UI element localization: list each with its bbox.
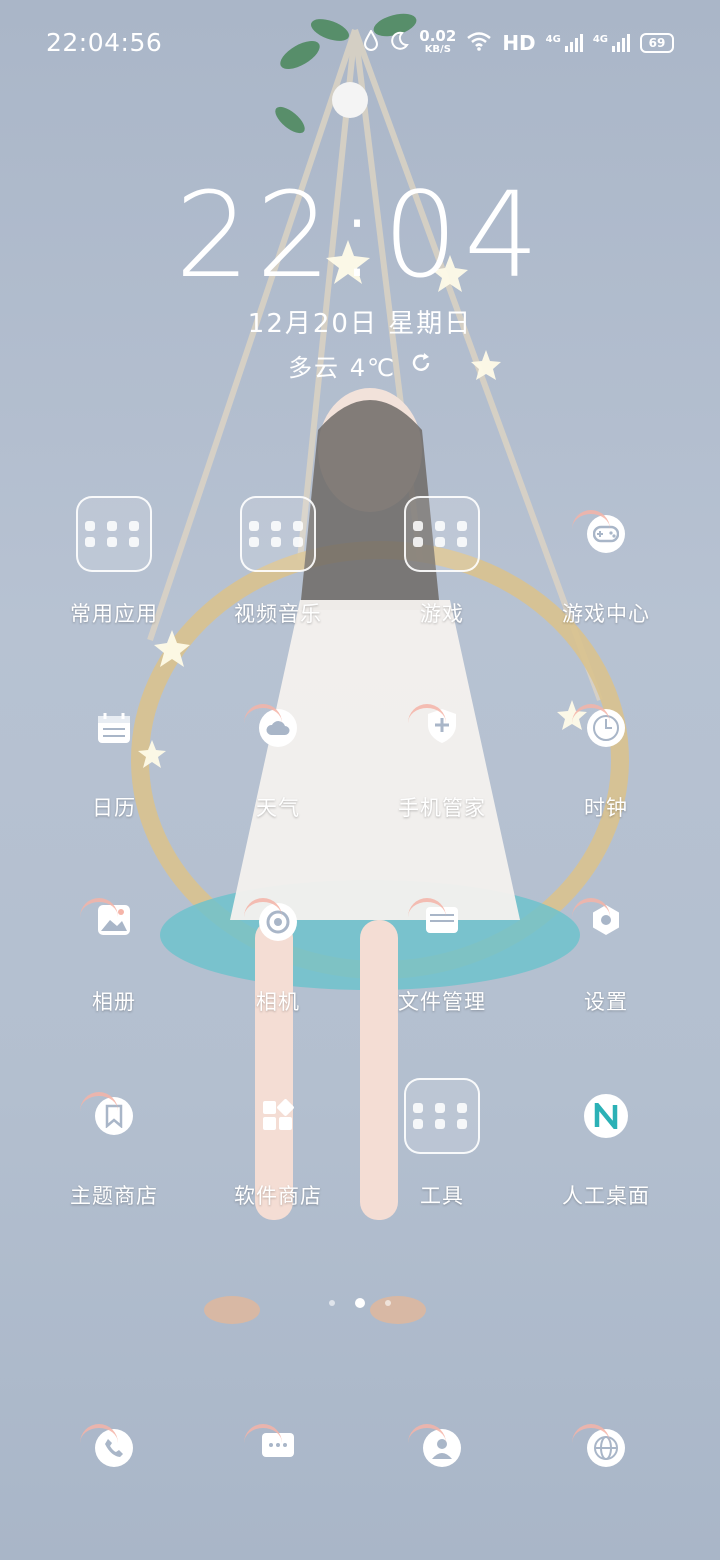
signal-strength-sim1: 4G xyxy=(546,34,583,52)
app-game-center[interactable]: 游戏中心 xyxy=(526,496,686,628)
app-store-icon xyxy=(240,1078,316,1154)
signal-sim1-label: 4G xyxy=(545,34,561,45)
widget-weather-row: 多云 4℃ xyxy=(0,348,720,383)
network-speed-unit: KB/S xyxy=(424,44,451,55)
folder-icon xyxy=(404,496,480,572)
page-indicator xyxy=(0,1298,720,1308)
app-label: 时钟 xyxy=(584,796,628,820)
page-dot xyxy=(329,1300,335,1306)
app-weather[interactable]: 天气 xyxy=(198,690,358,822)
app-video-music-folder[interactable]: 视频音乐 xyxy=(198,496,358,628)
signal-sim2-label: 4G xyxy=(592,34,608,45)
network-speed-value: 0.02 xyxy=(419,27,457,45)
widget-date: 12月20日 星期日 xyxy=(247,309,473,339)
app-label: 软件商店 xyxy=(234,1184,322,1208)
app-label: 文件管理 xyxy=(398,990,486,1014)
app-camera[interactable]: 相机 xyxy=(198,884,358,1016)
page-dot-active xyxy=(355,1298,365,1308)
app-label: 工具 xyxy=(420,1184,464,1208)
app-calendar[interactable]: 日历 xyxy=(34,690,194,822)
app-settings[interactable]: 设置 xyxy=(526,884,686,1016)
app-label: 游戏中心 xyxy=(562,602,650,626)
app-tools-folder[interactable]: 工具 xyxy=(362,1078,522,1210)
dock-messages[interactable] xyxy=(198,1410,358,1486)
app-label: 手机管家 xyxy=(398,796,486,820)
clock-weather-widget[interactable]: 22:04 12月20日 星期日 多云 4℃ xyxy=(0,175,720,383)
folder-icon xyxy=(240,496,316,572)
app-label: 相册 xyxy=(92,990,136,1014)
folder-icon xyxy=(404,1078,480,1154)
widget-weather-text: 多云 4℃ xyxy=(288,354,396,382)
app-label: 游戏 xyxy=(420,602,464,626)
home-screen: 22:04:56 0.02 KB/S HD 4G 4G 69 22:04 12月… xyxy=(0,0,720,1560)
status-time: 22:04:56 xyxy=(46,28,163,57)
app-phone-manager[interactable]: 手机管家 xyxy=(362,690,522,822)
page-dot xyxy=(385,1300,391,1306)
app-theme-store[interactable]: 主题商店 xyxy=(34,1078,194,1210)
dock-contacts[interactable] xyxy=(362,1410,522,1486)
signal-strength-sim2: 4G xyxy=(593,34,630,52)
app-software-store[interactable]: 软件商店 xyxy=(198,1078,358,1210)
n-logo-icon xyxy=(584,1094,628,1138)
hd-voice-label: HD xyxy=(502,31,536,55)
widget-clock-time: 22:04 xyxy=(174,166,546,304)
battery-indicator: 69 xyxy=(640,33,674,53)
app-label: 相机 xyxy=(256,990,300,1014)
water-drop-icon xyxy=(363,28,379,57)
calendar-icon xyxy=(76,690,152,766)
do-not-disturb-moon-icon xyxy=(389,31,410,56)
dock-browser[interactable] xyxy=(526,1410,686,1486)
folder-icon xyxy=(76,496,152,572)
app-manual-desktop[interactable]: 人工桌面 xyxy=(526,1078,686,1210)
app-label: 人工桌面 xyxy=(562,1184,650,1208)
app-common-apps-folder[interactable]: 常用应用 xyxy=(34,496,194,628)
app-label: 常用应用 xyxy=(70,602,158,626)
app-clock[interactable]: 时钟 xyxy=(526,690,686,822)
dock-phone[interactable] xyxy=(34,1410,194,1486)
refresh-icon[interactable] xyxy=(410,352,432,380)
app-label: 天气 xyxy=(256,796,300,820)
wifi-icon xyxy=(466,31,492,56)
app-games-folder[interactable]: 游戏 xyxy=(362,496,522,628)
status-bar: 22:04:56 0.02 KB/S HD 4G 4G 69 xyxy=(0,0,720,88)
app-file-manager[interactable]: 文件管理 xyxy=(362,884,522,1016)
app-label: 主题商店 xyxy=(70,1184,158,1208)
app-label: 视频音乐 xyxy=(234,602,322,626)
app-label: 设置 xyxy=(584,990,628,1014)
status-icons: 0.02 KB/S HD 4G 4G 69 xyxy=(363,26,674,60)
network-speed: 0.02 KB/S xyxy=(419,29,456,57)
app-gallery[interactable]: 相册 xyxy=(34,884,194,1016)
app-label: 日历 xyxy=(92,796,136,820)
